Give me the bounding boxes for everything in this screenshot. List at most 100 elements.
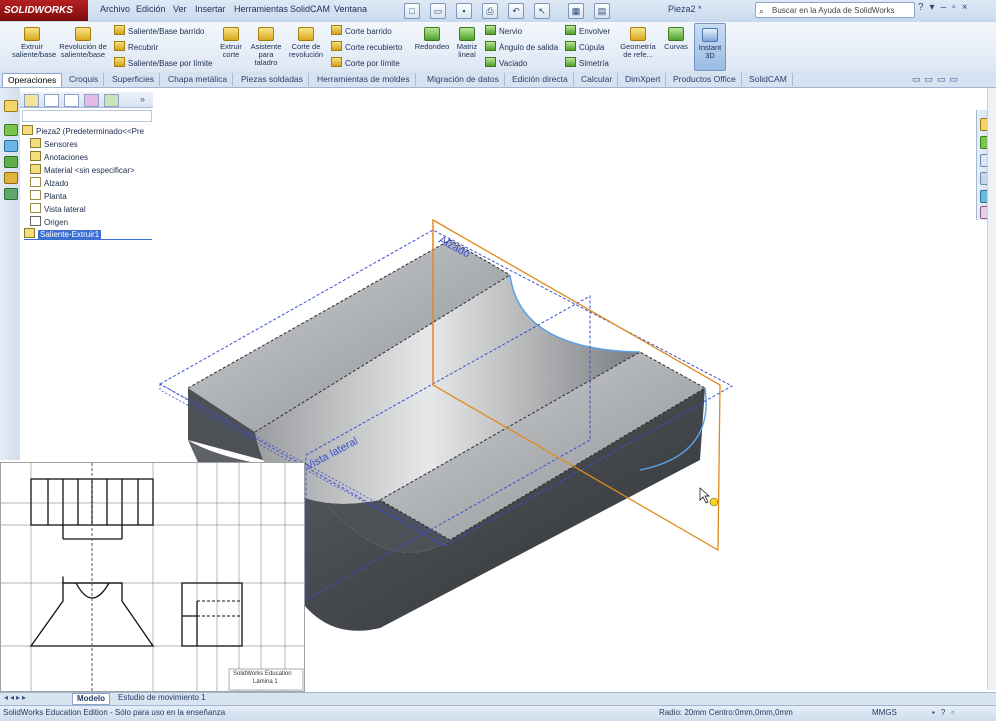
tools-icon[interactable] — [4, 188, 18, 200]
curves-button[interactable]: Curvas — [660, 27, 692, 51]
tab-productos-office[interactable]: Productos Office — [668, 73, 742, 86]
menu-ver[interactable]: Ver — [173, 4, 187, 14]
boundary-boss-icon — [114, 57, 125, 67]
extrude-cut-icon — [223, 27, 239, 41]
configuration-manager-tab-icon[interactable] — [64, 94, 79, 107]
dome-icon — [565, 41, 576, 51]
boundary-cut-button[interactable]: Corte por límite — [331, 57, 400, 68]
extrude-cut-button[interactable]: Extruir corte — [214, 27, 248, 59]
tree-root-part[interactable]: Pieza2 (Predeterminado<<Pre — [22, 125, 144, 136]
gear-icon[interactable] — [4, 172, 18, 184]
tab-modelo[interactable]: Modelo — [72, 693, 110, 705]
menu-solidcam[interactable]: SolidCAM — [290, 4, 330, 14]
help-search-input[interactable]: ⌕ Buscar en la Ayuda de SolidWorks — [755, 2, 915, 18]
tree-filter-input[interactable] — [22, 110, 152, 122]
select-pointer-icon[interactable]: ↖ — [534, 3, 550, 19]
rib-button[interactable]: Nervio — [485, 25, 522, 36]
viewport-scrollbar[interactable] — [987, 88, 996, 690]
fillet-button[interactable]: Redondeo — [412, 27, 452, 51]
tab-operaciones[interactable]: Operaciones — [2, 73, 63, 87]
linear-pattern-button[interactable]: Matriz lineal — [453, 27, 481, 59]
linear-pattern-icon — [459, 27, 475, 41]
open-folder-icon[interactable]: ▭ — [430, 3, 446, 19]
orthographic-drawing — [1, 463, 304, 691]
tab-herramientas-moldes[interactable]: Herramientas de moldes — [312, 73, 416, 86]
undo-icon[interactable]: ↶ — [508, 3, 524, 19]
save-icon[interactable]: ▪ — [456, 3, 472, 19]
sensor-folder-icon — [30, 138, 41, 148]
wrap-button[interactable]: Envolver — [565, 25, 610, 36]
lofted-cut-button[interactable]: Corte recubierto — [331, 41, 402, 52]
menu-edicion[interactable]: Edición — [136, 4, 166, 14]
sketch-icon[interactable] — [4, 140, 18, 152]
tree-item-vista-lateral[interactable]: Vista lateral — [30, 203, 86, 214]
status-units[interactable]: MMGS — [872, 706, 897, 720]
swept-cut-button[interactable]: Corte barrido — [331, 25, 392, 36]
revolve-boss-button[interactable]: Revolución de saliente/base — [58, 27, 108, 59]
title-block-line1: SolidWorks Education — [233, 671, 292, 677]
solidcam-icon[interactable] — [4, 124, 18, 136]
revolve-cut-button[interactable]: Corte de revolución — [286, 27, 326, 59]
tree-item-planta[interactable]: Planta — [30, 190, 67, 201]
dome-button[interactable]: Cúpula — [565, 41, 604, 52]
tree-item-saliente-extruir1[interactable]: Saliente-Extruir1 — [24, 228, 152, 240]
draft-button[interactable]: Ángulo de salida — [485, 41, 558, 52]
reference-geometry-button[interactable]: Geometría de refe... — [618, 27, 658, 59]
tab-scroll-arrows[interactable]: ◂◂▸▸ — [4, 693, 28, 702]
status-icons[interactable]: ▪?▫ — [932, 706, 960, 720]
instant3d-toggle[interactable]: Instant 3D — [694, 23, 726, 71]
mirror-button[interactable]: Simetría — [565, 57, 609, 68]
solidworks-logo[interactable]: SOLIDWORKS — [0, 0, 88, 21]
tree-item-alzado[interactable]: Alzado — [30, 177, 68, 188]
part-icon — [22, 125, 33, 135]
tree-item-sensores[interactable]: Sensores — [30, 138, 78, 149]
tab-solidcam[interactable]: SolidCAM — [744, 73, 793, 86]
origin-icon — [30, 216, 41, 226]
menu-ventana[interactable]: Ventana — [334, 4, 367, 14]
loft-button[interactable]: Recubrir — [114, 41, 158, 52]
check-icon[interactable] — [4, 156, 18, 168]
window-controls[interactable]: ?▾–▫× — [918, 2, 974, 13]
menu-insertar[interactable]: Insertar — [195, 4, 226, 14]
lofted-cut-icon — [331, 41, 342, 51]
menu-herramientas[interactable]: Herramientas — [234, 4, 288, 14]
tab-superficies[interactable]: Superficies — [107, 73, 161, 86]
menu-archivo[interactable]: Archivo — [100, 4, 130, 14]
tab-dimxpert[interactable]: DimXpert — [620, 73, 667, 86]
drawing-preview-inset: SolidWorks Education Lámina 1 — [0, 462, 305, 692]
tree-item-material[interactable]: Material <sin especificar> — [30, 164, 135, 175]
tab-piezas-soldadas[interactable]: Piezas soldadas — [236, 73, 309, 86]
tab-croquis[interactable]: Croquis — [64, 73, 105, 86]
feature-tree-tab-icon[interactable] — [24, 94, 39, 107]
extrude-boss-button[interactable]: Extruir saliente/base — [12, 27, 56, 59]
plane-icon — [30, 177, 41, 187]
hole-wizard-button[interactable]: Asistente para taladro — [248, 27, 284, 67]
tab-calcular[interactable]: Calcular — [576, 73, 619, 86]
window-tile-icons[interactable]: ▭▭▭▭ — [912, 74, 962, 85]
instant3d-icon — [702, 28, 718, 42]
tree-item-anotaciones[interactable]: Anotaciones — [30, 151, 88, 162]
rebuild-icon[interactable]: ▦ — [568, 3, 584, 19]
extrude-boss-icon — [24, 27, 40, 41]
tab-chapa-metalica[interactable]: Chapa metálica — [163, 73, 234, 86]
swept-boss-button[interactable]: Saliente/Base barrido — [114, 25, 205, 36]
part-icon[interactable] — [4, 100, 18, 112]
property-manager-tab-icon[interactable] — [44, 94, 59, 107]
boundary-boss-button[interactable]: Saliente/Base por límite — [114, 57, 213, 68]
tab-migracion-datos[interactable]: Migración de datos — [422, 73, 505, 86]
print-icon[interactable]: ⎙ — [482, 3, 498, 19]
loft-icon — [114, 41, 125, 51]
rib-icon — [485, 25, 496, 35]
options-icon[interactable]: ▤ — [594, 3, 610, 19]
shell-button[interactable]: Vaciado — [485, 57, 527, 68]
swept-boss-icon — [114, 25, 125, 35]
wrap-icon — [565, 25, 576, 35]
tree-item-origen[interactable]: Origen — [30, 216, 68, 227]
expand-chevron-icon[interactable]: » — [140, 94, 145, 104]
tab-edicion-directa[interactable]: Edición directa — [507, 73, 574, 86]
new-document-icon[interactable]: □ — [404, 3, 420, 19]
status-measure: Radio: 20mm Centro:0mm,0mm,0mm — [659, 708, 793, 717]
tab-estudio-movimiento[interactable]: Estudio de movimiento 1 — [114, 693, 210, 703]
display-manager-tab-icon[interactable] — [104, 94, 119, 107]
dimxpert-tab-icon[interactable] — [84, 94, 99, 107]
